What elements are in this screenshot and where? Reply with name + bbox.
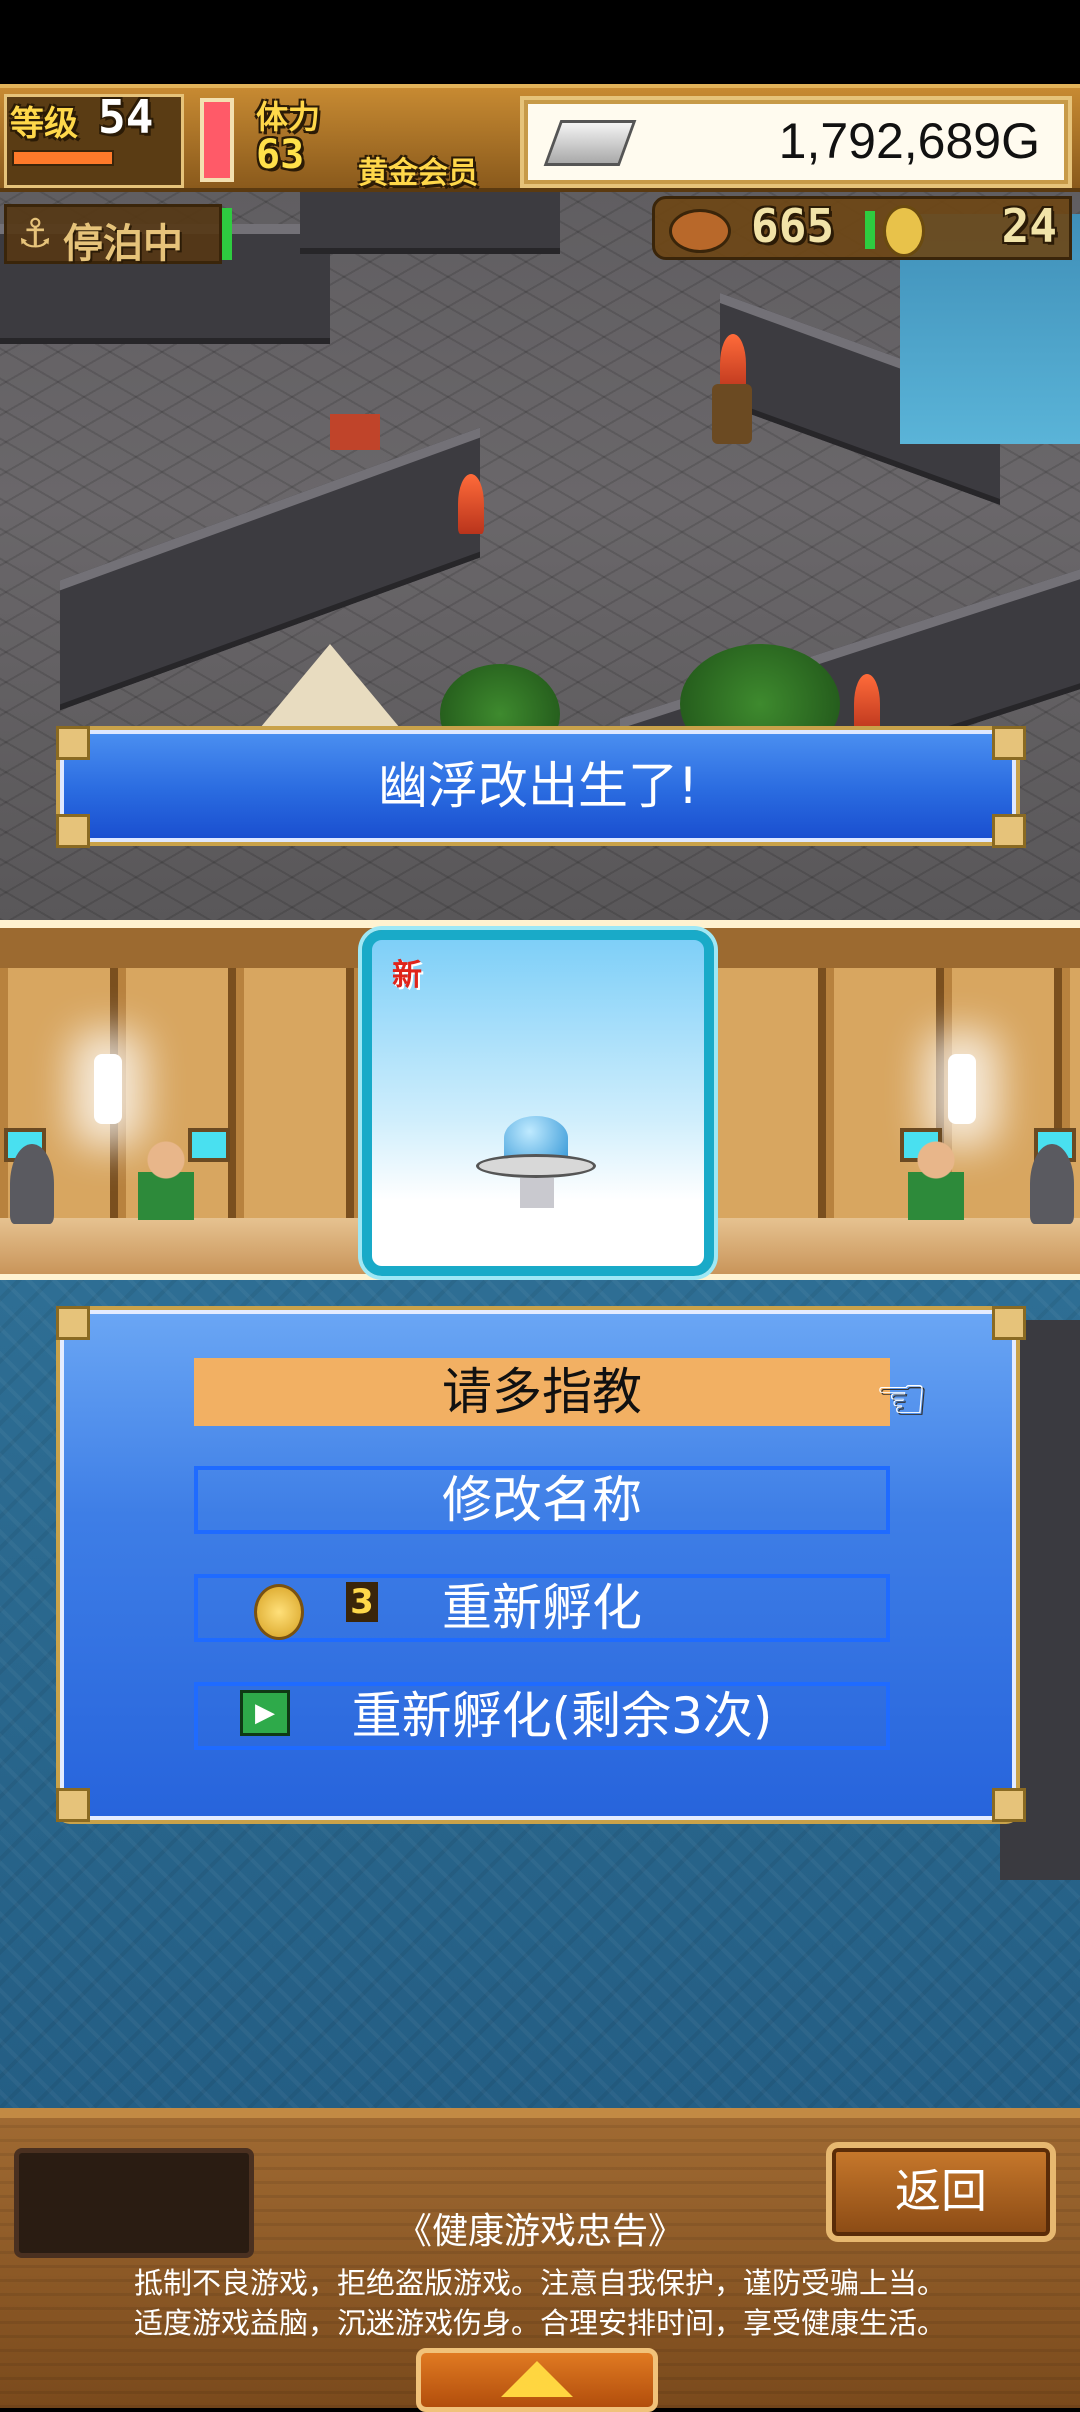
video-ad-icon: ▶ [240,1690,290,1736]
menu-item-label: 修改名称 [442,1471,642,1529]
cannon [1030,1144,1074,1224]
silver-bar-icon [543,120,637,166]
castle-wall [60,427,480,711]
pointing-hand-icon: ☜ [874,1364,928,1434]
menu-corner [56,1788,90,1822]
health-notice-line: 适度游戏益脑，沉迷游戏伤身。合理安排时间，享受健康生活。 [133,2306,946,2340]
expand-button[interactable] [416,2348,658,2412]
money-box[interactable]: 1,792,689G [520,96,1072,188]
anchor-icon: ⚓ [17,211,53,257]
stamina-gauge [200,98,234,182]
health-notice-line: 抵制不良游戏，拒绝盗版游戏。注意自我保护，谨防受骗上当。 [133,2266,946,2300]
resource-box: 665 24 [652,196,1072,260]
action-menu: 请多指教 修改名称 重新孵化 重新孵化(剩余3次) 3 ▶ ☜ [60,1310,1016,1820]
new-badge: 新 [392,958,422,993]
menu-corner [992,1306,1026,1340]
menu-corner [992,1788,1026,1822]
torch-fire [854,674,880,734]
menu-item-rename[interactable]: 修改名称 [194,1466,890,1534]
menu-item-label: 重新孵化(剩余3次) [351,1687,773,1745]
member-label: 黄金会员 [358,156,478,191]
status-label: 停泊中 [63,221,183,267]
torch-stand [712,384,752,444]
cannon [10,1144,54,1224]
bottom-panel: 返回 《健康游戏忠告》 抵制不良游戏，拒绝盗版游戏。注意自我保护，谨防受骗上当。… [0,2108,1080,2412]
window [188,1128,230,1162]
food-indicator [865,211,875,249]
level-label: 等级 [10,104,78,144]
coin-cost: 3 [346,1582,378,1622]
ufo-icon [372,940,373,941]
menu-item-greet[interactable]: 请多指教 [194,1358,890,1426]
stamina-value: 63 [256,132,305,178]
level-value: 54 [98,90,154,144]
torch-fire [458,474,484,534]
banner-corner [992,814,1026,848]
ufo-base [520,1178,554,1208]
meat-icon [669,209,731,253]
worker [138,1140,194,1220]
menu-corner [56,1306,90,1340]
food-value: 665 [751,199,835,253]
coin-value: 24 [1001,199,1057,253]
experience-bar [12,150,114,166]
coin-icon [883,205,925,257]
docked-status: ⚓ 停泊中 [4,204,222,267]
banner-corner [56,814,90,848]
lamp [948,1054,976,1124]
worker [908,1140,964,1220]
banner-corner [992,726,1026,760]
status-indicator [222,208,232,260]
lamp [94,1054,122,1124]
banner-corner [56,726,90,760]
menu-item-label: 重新孵化 [442,1579,642,1637]
flag [330,414,380,450]
menu-item-label: 请多指教 [442,1363,642,1421]
coin-icon [254,1584,304,1640]
banner-text: 幽浮改出生了! [377,757,699,815]
up-arrow-icon [501,2361,573,2397]
new-item-card: 新 [362,930,714,1276]
birth-banner: 幽浮改出生了! [60,730,1016,842]
health-notice-title: 《健康游戏忠告》 [395,2211,684,2252]
money-value: 1,792,689G [778,113,1040,169]
ufo-body [476,1154,596,1178]
menu-item-rehatch-ad[interactable]: 重新孵化(剩余3次) [194,1682,890,1750]
top-hud: 等级 54 体力 63 黄金会员 1,792,689G [0,84,1080,192]
